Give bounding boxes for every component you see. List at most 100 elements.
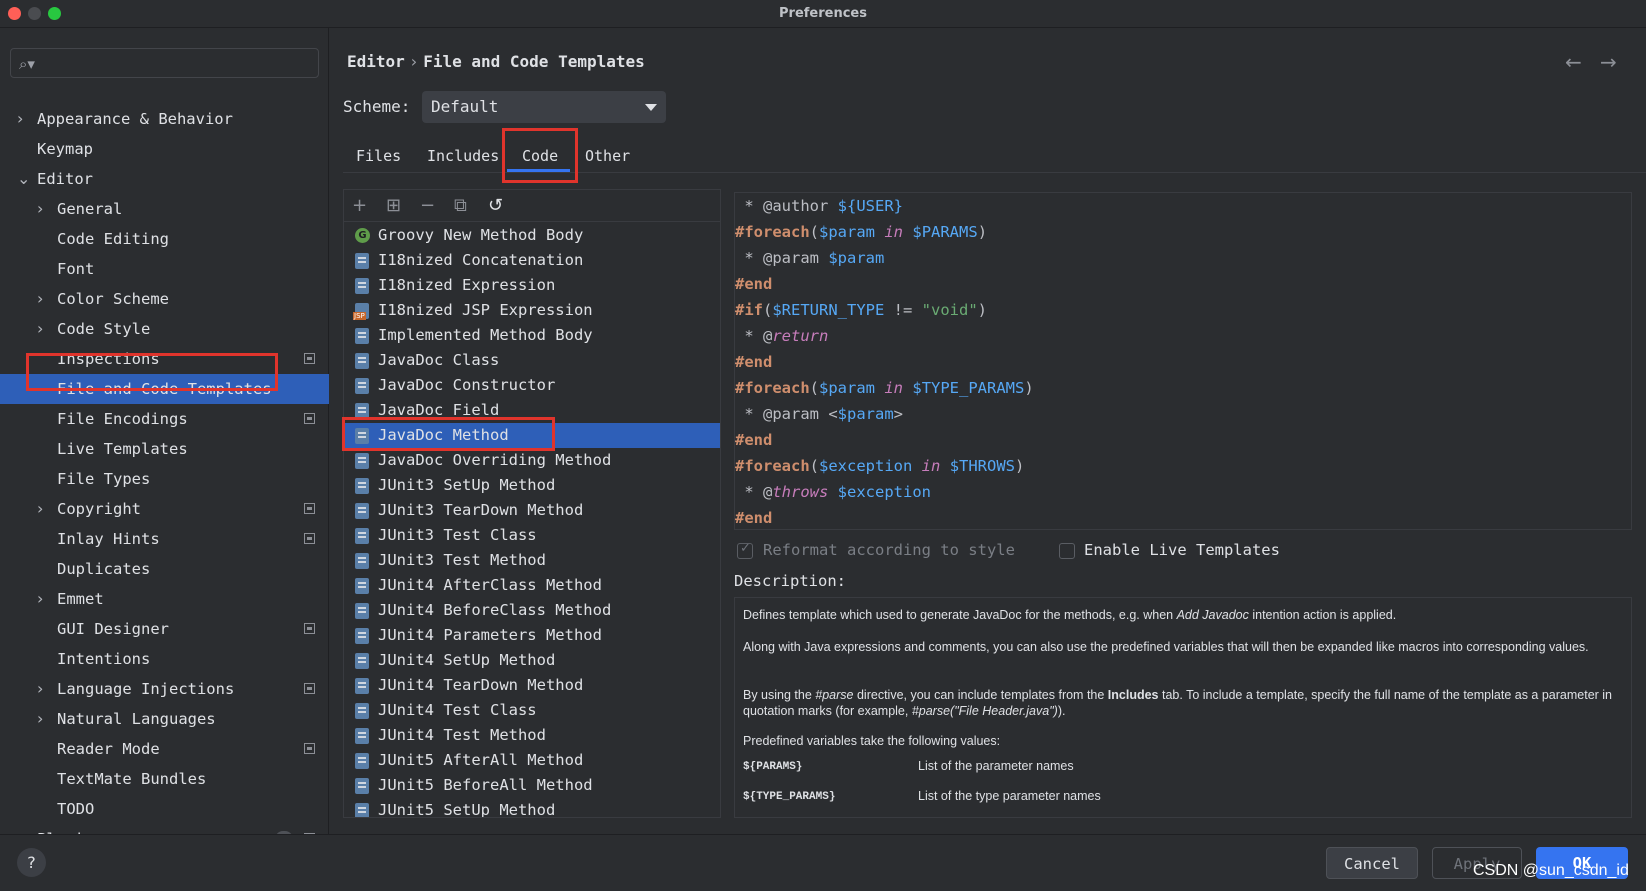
project-settings-icon (304, 623, 315, 634)
sidebar-item-label: Language Injections (57, 680, 235, 698)
template-name: JUnit4 SetUp Method (378, 651, 556, 669)
template-name: JUnit4 Test Class (378, 701, 537, 719)
tab-other[interactable]: Other (585, 147, 630, 165)
description-paragraph: Along with Java expressions and comments… (743, 640, 1589, 654)
template-list-item[interactable]: G Groovy New Method Body (344, 223, 720, 248)
template-list-item[interactable]: JUnit3 Test Method (344, 548, 720, 573)
code-line: #foreach($param in $PARAMS) (735, 223, 988, 241)
breadcrumb: Editor › File and Code Templates (347, 52, 645, 71)
sidebar-item-inspections[interactable]: Inspections (0, 344, 329, 374)
template-file-icon (355, 753, 369, 769)
template-list-item[interactable]: JavaDoc Class (344, 348, 720, 373)
template-name: JavaDoc Method (378, 426, 509, 444)
sidebar-item-label: Live Templates (57, 440, 188, 458)
template-file-icon (355, 353, 369, 369)
plus-icon[interactable]: + (352, 195, 367, 216)
template-list-item[interactable]: JUnit3 SetUp Method (344, 473, 720, 498)
code-line: * @throws $exception (735, 483, 931, 501)
add-child-icon[interactable]: ⊞ (386, 195, 401, 216)
sidebar-item-appearance-behavior[interactable]: › Appearance & Behavior (0, 104, 329, 134)
template-list-item[interactable]: JavaDoc Overriding Method (344, 448, 720, 473)
template-file-icon (355, 328, 369, 344)
sidebar-item-file-types[interactable]: File Types (0, 464, 329, 494)
template-list-item[interactable]: JUnit4 AfterClass Method (344, 573, 720, 598)
reset-icon[interactable]: ↺ (488, 195, 503, 216)
template-list-item[interactable]: JUnit4 SetUp Method (344, 648, 720, 673)
sidebar-item-natural-languages[interactable]: › Natural Languages (0, 704, 329, 734)
template-list-item[interactable]: JUnit3 Test Class (344, 523, 720, 548)
template-name: Implemented Method Body (378, 326, 593, 344)
sidebar-item-language-injections[interactable]: › Language Injections (0, 674, 329, 704)
template-name: Groovy New Method Body (378, 226, 584, 244)
template-name: JUnit4 TearDown Method (378, 676, 584, 694)
template-list-item[interactable]: JUnit4 Test Class (344, 698, 720, 723)
sidebar-item-live-templates[interactable]: Live Templates (0, 434, 329, 464)
reformat-checkbox[interactable]: ✓ (737, 541, 753, 559)
template-file-icon (355, 603, 369, 619)
template-list-item[interactable]: JavaDoc Constructor (344, 373, 720, 398)
arrow-left-icon[interactable]: ← (1565, 50, 1582, 74)
template-list-item[interactable]: JUnit5 BeforeAll Method (344, 773, 720, 798)
template-code-editor[interactable]: * @author ${USER} #foreach($param in $PA… (734, 192, 1632, 530)
description-paragraph: Defines template which used to generate … (743, 608, 1397, 622)
template-name: JUnit3 Test Method (378, 551, 546, 569)
sidebar-item-textmate-bundles[interactable]: TextMate Bundles (0, 764, 329, 794)
template-list-item[interactable]: I18nized JSP Expression (344, 298, 720, 323)
sidebar-item-color-scheme[interactable]: › Color Scheme (0, 284, 329, 314)
sidebar-item-font[interactable]: Font (0, 254, 329, 284)
sidebar-item-code-style[interactable]: › Code Style (0, 314, 329, 344)
sidebar-item-inlay-hints[interactable]: Inlay Hints (0, 524, 329, 554)
tab-code[interactable]: Code (522, 147, 558, 165)
sidebar-item-label: Natural Languages (57, 710, 216, 728)
template-list-item[interactable]: I18nized Expression (344, 273, 720, 298)
search-input[interactable]: ⌕▾ (10, 48, 319, 78)
template-list-item[interactable]: JUnit4 Test Method (344, 723, 720, 748)
sidebar-item-label: TODO (57, 800, 95, 818)
sidebar-item-label: GUI Designer (57, 620, 169, 638)
scheme-dropdown[interactable]: Default (422, 91, 666, 123)
minus-icon[interactable]: − (420, 195, 435, 216)
live-templates-checkbox[interactable] (1059, 543, 1075, 559)
template-list-item[interactable]: JUnit5 SetUp Method (344, 798, 720, 817)
template-file-icon (355, 453, 369, 469)
sidebar-item-reader-mode[interactable]: Reader Mode (0, 734, 329, 764)
sidebar-item-editor[interactable]: ⌄ Editor (0, 164, 329, 194)
template-file-icon (355, 278, 369, 294)
template-list-item[interactable]: I18nized Concatenation (344, 248, 720, 273)
sidebar-item-emmet[interactable]: › Emmet (0, 584, 329, 614)
sidebar-item-copyright[interactable]: › Copyright (0, 494, 329, 524)
tab-includes[interactable]: Includes (427, 147, 499, 165)
template-list-item[interactable]: JUnit4 TearDown Method (344, 673, 720, 698)
chevron-right-icon: › (37, 319, 44, 338)
variable-description: List of the parameter names (918, 759, 1074, 773)
template-list-item[interactable]: JavaDoc Method (344, 423, 720, 448)
project-settings-icon (304, 533, 315, 544)
template-list-toolbar: + ⊞ − ⧉ ↺ (344, 190, 720, 222)
template-list-item[interactable]: JUnit5 AfterAll Method (344, 748, 720, 773)
window-title: Preferences (779, 6, 867, 21)
template-list-item[interactable]: JavaDoc Field (344, 398, 720, 423)
sidebar-item-todo[interactable]: TODO (0, 794, 329, 824)
template-name: JUnit4 AfterClass Method (378, 576, 602, 594)
sidebar-item-file-encodings[interactable]: File Encodings (0, 404, 329, 434)
sidebar-item-code-editing[interactable]: Code Editing (0, 224, 329, 254)
copy-icon[interactable]: ⧉ (454, 195, 467, 216)
sidebar-item-keymap[interactable]: Keymap (0, 134, 329, 164)
sidebar-item-general[interactable]: › General (0, 194, 329, 224)
sidebar-item-duplicates[interactable]: Duplicates (0, 554, 329, 584)
arrow-right-icon[interactable]: → (1600, 50, 1617, 74)
groovy-file-icon: G (355, 228, 370, 243)
cancel-button[interactable]: Cancel (1326, 847, 1418, 879)
sidebar-item-gui-designer[interactable]: GUI Designer (0, 614, 329, 644)
template-list-item[interactable]: JUnit3 TearDown Method (344, 498, 720, 523)
tab-files[interactable]: Files (356, 147, 401, 165)
template-list-item[interactable]: Implemented Method Body (344, 323, 720, 348)
template-list-item[interactable]: JUnit4 Parameters Method (344, 623, 720, 648)
sidebar-item-intentions[interactable]: Intentions (0, 644, 329, 674)
breadcrumb-parent[interactable]: Editor (347, 52, 405, 71)
sidebar-item-label: File Encodings (57, 410, 188, 428)
help-button[interactable]: ? (17, 848, 46, 877)
scheme-value: Default (431, 97, 499, 116)
sidebar-item-file-and-code-templates[interactable]: File and Code Templates (0, 374, 329, 404)
template-list-item[interactable]: JUnit4 BeforeClass Method (344, 598, 720, 623)
